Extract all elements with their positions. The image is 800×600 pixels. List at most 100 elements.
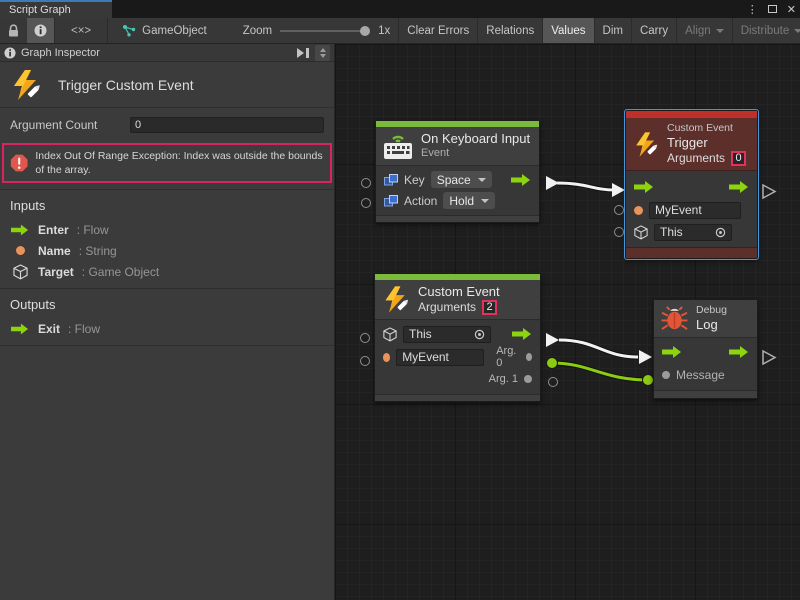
zoom-slider-thumb[interactable] <box>360 26 370 36</box>
wire-green-endpoint <box>643 375 654 386</box>
port-circle[interactable] <box>360 356 370 366</box>
flow-output-arrow-icon[interactable] <box>511 174 531 186</box>
node-trigger-custom-event[interactable]: Custom Event Trigger Arguments 0 <box>625 110 758 259</box>
more-icon[interactable]: ⋮ <box>747 3 758 16</box>
panel-spinner[interactable] <box>315 45 330 61</box>
node-debug-log[interactable]: Debug Log Message <box>653 299 758 399</box>
inputs-section-heading: Inputs <box>0 190 334 219</box>
maximize-icon[interactable] <box>768 5 777 13</box>
values-label: Values <box>551 25 585 37</box>
custom-event-icon <box>382 285 410 314</box>
distribute-button[interactable]: Distribute <box>733 18 800 44</box>
zoom-slider[interactable] <box>280 30 368 32</box>
port-circle[interactable] <box>360 333 370 343</box>
dock-panel-icon[interactable] <box>296 47 310 59</box>
object-picker-icon[interactable] <box>474 329 485 340</box>
action-dropdown[interactable]: Hold <box>443 192 495 209</box>
port-row-enter: Enter : Flow <box>0 219 334 240</box>
port-circle[interactable] <box>614 227 624 237</box>
relations-label: Relations <box>486 25 534 37</box>
event-name-input[interactable] <box>649 202 741 219</box>
gameobject-selector[interactable]: GameObject <box>108 18 217 44</box>
arguments-label: Arguments <box>667 151 725 166</box>
port-type: : Flow <box>68 322 100 336</box>
keyboard-event-icon <box>383 133 413 160</box>
flow-arrow-icon <box>10 323 30 335</box>
port-name: Exit <box>38 322 60 336</box>
port-circle[interactable] <box>361 198 371 208</box>
dim-button[interactable]: Dim <box>595 18 631 44</box>
chevron-down-icon <box>716 29 724 33</box>
port-circle[interactable] <box>361 178 371 188</box>
custom-event-icon <box>10 69 42 101</box>
unconnected-flow-triangle <box>763 185 775 198</box>
key-dropdown[interactable]: Space <box>431 171 492 188</box>
argument-count-row: Argument Count <box>0 108 334 141</box>
flow-output-arrow-icon[interactable] <box>729 346 749 358</box>
string-value-icon <box>634 206 643 215</box>
port-circle[interactable] <box>548 377 558 387</box>
gameobject-cube-icon <box>383 327 397 342</box>
dim-label: Dim <box>603 25 623 37</box>
target-object-selector[interactable]: This <box>403 326 491 343</box>
lock-icon <box>7 24 20 38</box>
clear-errors-button[interactable]: Clear Errors <box>399 18 477 44</box>
relations-button[interactable]: Relations <box>478 18 542 44</box>
node-header: On Keyboard Input Event <box>376 127 539 166</box>
node-header: Custom Event Arguments 2 <box>375 280 540 320</box>
port-row-target: Target : Game Object <box>0 261 334 282</box>
unity-script-graph-window: Script Graph ⋮ ✕ <×> <box>0 0 800 600</box>
keycode-icon <box>384 174 398 186</box>
close-icon[interactable]: ✕ <box>787 3 796 16</box>
target-object-selector[interactable]: This <box>654 224 732 241</box>
node-custom-event[interactable]: Custom Event Arguments 2 This <box>374 273 541 402</box>
wire-arrowhead <box>612 183 625 197</box>
wire-source-triangle <box>546 176 559 190</box>
chevron-down-icon <box>794 29 800 33</box>
arguments-count-error-badge[interactable]: 0 <box>731 151 746 166</box>
flow-output-arrow-icon[interactable] <box>512 328 532 340</box>
flow-input-arrow-icon[interactable] <box>634 181 654 193</box>
port-circle[interactable] <box>614 205 624 215</box>
graph-canvas[interactable]: On Keyboard Input Event Key Space <box>335 44 800 600</box>
target-value: This <box>409 327 432 341</box>
node-on-keyboard-input[interactable]: On Keyboard Input Event Key Space <box>375 120 540 223</box>
flow-arrow-icon <box>10 224 30 236</box>
wire-arrowhead <box>639 350 652 364</box>
lock-button[interactable] <box>0 18 27 44</box>
tab-title: Script Graph <box>9 4 71 16</box>
error-octagon-icon <box>10 152 28 174</box>
argument-count-input[interactable] <box>130 117 324 133</box>
node-title: Custom Event <box>418 284 500 300</box>
arg1-output-port[interactable] <box>524 375 532 383</box>
tab-bar: Script Graph ⋮ ✕ <box>0 0 800 18</box>
align-button[interactable]: Align <box>677 18 732 44</box>
node-footer <box>376 215 539 222</box>
wire-source-triangle <box>546 333 559 347</box>
node-header: Debug Log <box>654 300 757 338</box>
port-row-name: Name : String <box>0 240 334 261</box>
target-value: This <box>660 225 683 239</box>
action-label: Action <box>404 194 437 208</box>
unconnected-flow-triangle <box>763 351 775 364</box>
flow-output-arrow-icon[interactable] <box>729 181 749 193</box>
object-picker-icon[interactable] <box>715 227 726 238</box>
values-button[interactable]: Values <box>543 18 593 44</box>
arguments-count-error-badge[interactable]: 2 <box>482 300 497 315</box>
port-name: Name <box>38 244 71 258</box>
port-type: : Flow <box>77 223 109 237</box>
inspector-toggle-button[interactable] <box>27 18 54 44</box>
message-input-port[interactable] <box>662 371 670 379</box>
custom-event-icon <box>633 131 659 158</box>
tab-script-graph[interactable]: Script Graph <box>0 0 112 18</box>
node-body: Message <box>654 338 757 390</box>
code-view-button[interactable]: <×> <box>55 18 107 44</box>
flow-input-arrow-icon[interactable] <box>662 346 682 358</box>
wire-green-endpoint <box>547 358 558 369</box>
carry-button[interactable]: Carry <box>632 18 676 44</box>
arg0-output-port[interactable] <box>526 353 532 361</box>
node-footer <box>626 247 757 258</box>
event-name-input[interactable] <box>396 349 484 366</box>
node-subtitle: Event <box>421 147 530 161</box>
port-row-exit: Exit : Flow <box>0 318 334 339</box>
